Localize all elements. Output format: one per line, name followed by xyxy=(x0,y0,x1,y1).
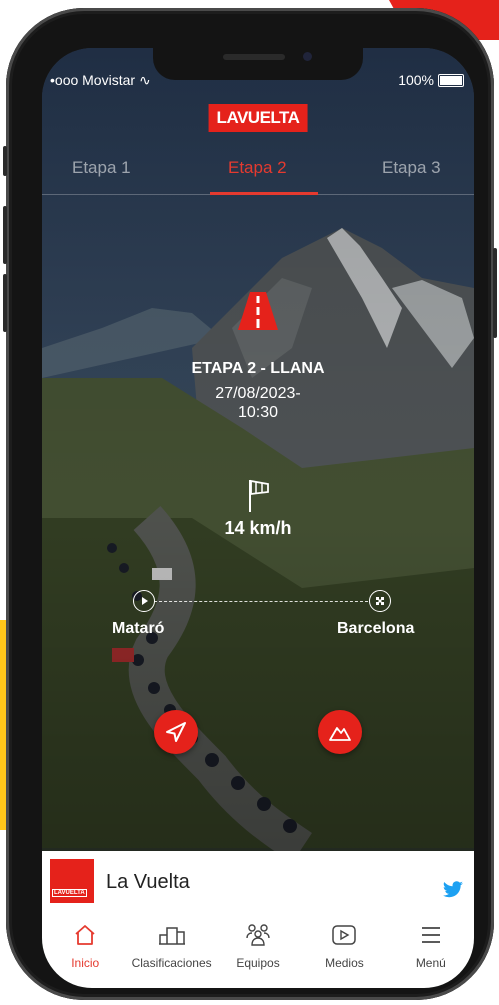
phone-frame: •ooo Movistar ∿ 100% LAVUELTA Etapa 1 Et… xyxy=(3,8,497,1000)
stage-profile-button[interactable] xyxy=(318,710,362,754)
menu-icon xyxy=(421,927,440,943)
road-icon xyxy=(238,292,278,330)
team-icon xyxy=(246,924,270,946)
route-line xyxy=(154,601,368,602)
stage-datetime: 27/08/2023- 10:30 xyxy=(42,384,474,422)
bottom-navigation: Inicio Clasificaciones Equipos Medios Me… xyxy=(42,909,474,988)
carrier-label: •ooo Movistar ∿ xyxy=(50,72,151,88)
finish-flag-icon xyxy=(369,590,391,612)
stage-route: Mataró Barcelona xyxy=(42,590,474,650)
front-camera xyxy=(303,52,312,61)
news-feed-card[interactable]: LAVUELTA La Vuelta xyxy=(42,851,474,910)
battery-percent: 100% xyxy=(398,72,434,88)
mountain-icon xyxy=(329,727,351,741)
earpiece-speaker xyxy=(223,54,285,60)
nav-medios[interactable]: Medios xyxy=(301,909,387,988)
la-vuelta-logo: LAVUELTA xyxy=(208,104,308,132)
origin-city: Mataró xyxy=(112,620,165,637)
mute-switch xyxy=(3,146,7,176)
stage-tabs: Etapa 1 Etapa 2 Etapa 3 xyxy=(42,158,474,195)
notch xyxy=(153,48,363,80)
feed-logo-text: LAVUELTA xyxy=(52,889,87,897)
nav-menu[interactable]: Menú xyxy=(388,909,474,988)
start-play-icon xyxy=(133,590,155,612)
volume-down-button xyxy=(3,274,7,332)
navigate-button[interactable] xyxy=(154,710,198,754)
stage-time: 10:30 xyxy=(237,404,279,421)
play-icon xyxy=(332,925,357,945)
nav-inicio[interactable]: Inicio xyxy=(42,909,128,988)
nav-clasificaciones[interactable]: Clasificaciones xyxy=(128,909,214,988)
active-tab-indicator xyxy=(210,192,318,195)
nav-label-medios: Medios xyxy=(325,956,364,970)
navigation-arrow-icon xyxy=(166,722,186,742)
windsock-icon xyxy=(249,479,269,512)
wind-speed: 14 km/h xyxy=(224,518,292,538)
twitter-icon[interactable] xyxy=(442,881,464,899)
nav-label-clasificaciones: Clasificaciones xyxy=(131,956,212,970)
app-screen: •ooo Movistar ∿ 100% LAVUELTA Etapa 1 Et… xyxy=(42,48,474,988)
home-icon xyxy=(75,925,95,945)
nav-label-inicio: Inicio xyxy=(71,956,100,970)
power-button xyxy=(493,248,497,338)
tab-etapa-3[interactable]: Etapa 3 xyxy=(382,158,441,178)
destination-city: Barcelona xyxy=(337,620,415,637)
nav-equipos[interactable]: Equipos xyxy=(215,909,301,988)
tab-etapa-1[interactable]: Etapa 1 xyxy=(72,158,131,178)
battery-indicator: 100% xyxy=(398,72,464,88)
wifi-icon: ∿ xyxy=(138,72,151,88)
stage-title: ETAPA 2 - LLANA xyxy=(191,360,325,377)
feed-logo: LAVUELTA xyxy=(50,859,94,903)
feed-title: La Vuelta xyxy=(106,871,190,893)
nav-label-equipos: Equipos xyxy=(236,956,280,970)
tab-etapa-2[interactable]: Etapa 2 xyxy=(228,158,287,178)
stage-date: 27/08/2023- xyxy=(215,385,301,402)
battery-icon xyxy=(438,73,464,87)
nav-label-menu: Menú xyxy=(415,956,446,970)
podium-icon xyxy=(158,927,185,945)
volume-up-button xyxy=(3,206,7,264)
